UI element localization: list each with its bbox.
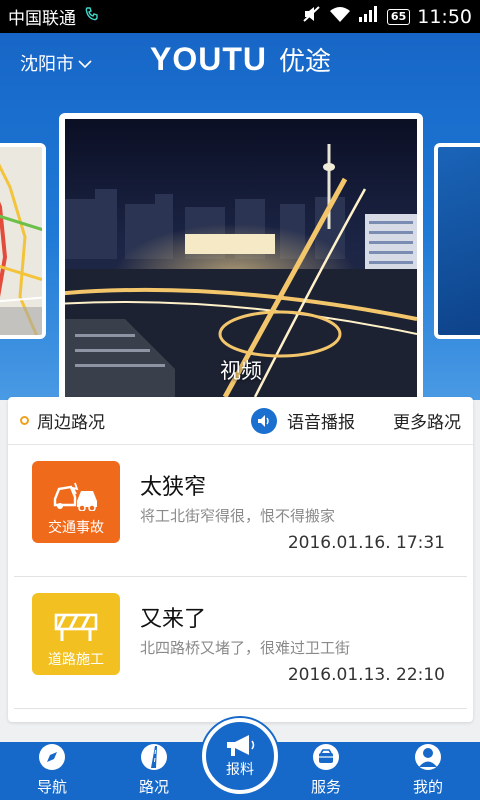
header-area: 沈阳市 YOUTU 优途 视频 bbox=[0, 33, 480, 400]
city-label: 沈阳市 bbox=[20, 54, 74, 75]
item-description: 将工北街窄得很，恨不得搬家 bbox=[140, 507, 336, 525]
nearby-traffic-panel: 周边路况 语音播报 更多路况 交通事故 太狭窄 将工北街窄得很，恨不得搬家 20… bbox=[8, 397, 473, 722]
carrier-name: 中国联通 bbox=[8, 9, 76, 29]
item-title: 太狭窄 bbox=[140, 475, 207, 500]
item-timestamp: 2016.01.13. 22:10 bbox=[287, 665, 445, 685]
report-button[interactable]: 报料 bbox=[202, 718, 278, 794]
item-description: 北四路桥又堵了，很难过卫工街 bbox=[140, 639, 351, 657]
category-label: 道路施工 bbox=[48, 652, 104, 668]
logo-text-cn: 优途 bbox=[279, 47, 332, 77]
service-icon bbox=[313, 744, 339, 770]
road-icon bbox=[141, 744, 167, 770]
roadblock-icon bbox=[54, 613, 98, 641]
nav-mine[interactable]: 我的 bbox=[388, 742, 468, 800]
carousel-caption: 视频 bbox=[220, 359, 262, 383]
status-bar: 中国联通 65 11:50 bbox=[0, 0, 480, 33]
logo-text-en-label: YOUTU bbox=[150, 41, 267, 77]
voice-broadcast-button[interactable]: 语音播报 bbox=[251, 407, 355, 434]
nav-road-label: 路况 bbox=[138, 778, 169, 796]
bullet-icon bbox=[20, 416, 29, 425]
logo-text-en: YOUTU bbox=[150, 41, 267, 78]
user-icon bbox=[415, 744, 441, 770]
panel-header: 周边路况 语音播报 更多路况 bbox=[8, 397, 473, 445]
app-logo: YOUTU 优途 bbox=[150, 41, 331, 78]
signal-icon bbox=[358, 5, 380, 28]
wifi-icon bbox=[329, 5, 351, 28]
battery-indicator: 65 bbox=[386, 8, 411, 25]
car-crash-icon bbox=[53, 482, 97, 511]
more-traffic-link[interactable]: 更多路况 bbox=[393, 408, 461, 433]
speaker-icon bbox=[251, 407, 277, 434]
voice-broadcast-label: 语音播报 bbox=[287, 413, 355, 433]
nav-service[interactable]: 服务 bbox=[286, 742, 366, 800]
nav-road[interactable]: 路况 bbox=[114, 742, 194, 800]
list-item[interactable]: 交通事故 太狭窄 将工北街窄得很，恨不得搬家 2016.01.16. 17:31 bbox=[14, 445, 467, 577]
chevron-down-icon bbox=[78, 53, 92, 74]
list-item[interactable]: 道路施工 又来了 北四路桥又堵了，很难过卫工街 2016.01.13. 22:1… bbox=[14, 577, 467, 709]
panel-title: 周边路况 bbox=[37, 413, 105, 433]
report-label: 报料 bbox=[226, 762, 254, 778]
carousel-card-video[interactable]: 视频 bbox=[59, 113, 423, 400]
call-icon bbox=[84, 6, 100, 27]
nav-navigate[interactable]: 导航 bbox=[12, 742, 92, 800]
category-label: 交通事故 bbox=[48, 520, 104, 536]
construction-badge: 道路施工 bbox=[32, 593, 120, 675]
compass-icon bbox=[39, 744, 65, 770]
nav-navigate-label: 导航 bbox=[36, 778, 67, 796]
map-thumbnail bbox=[0, 147, 42, 335]
nav-mine-label: 我的 bbox=[412, 778, 443, 796]
carousel-card-map[interactable] bbox=[0, 143, 46, 339]
status-time: 11:50 bbox=[417, 5, 472, 28]
item-title: 又来了 bbox=[140, 607, 207, 632]
nav-service-label: 服务 bbox=[310, 778, 341, 796]
carousel-card-next[interactable] bbox=[434, 143, 480, 339]
accident-badge: 交通事故 bbox=[32, 461, 120, 543]
item-timestamp: 2016.01.16. 17:31 bbox=[287, 533, 445, 553]
megaphone-icon bbox=[227, 735, 255, 756]
city-selector[interactable]: 沈阳市 bbox=[20, 50, 92, 76]
mute-icon bbox=[302, 5, 322, 28]
